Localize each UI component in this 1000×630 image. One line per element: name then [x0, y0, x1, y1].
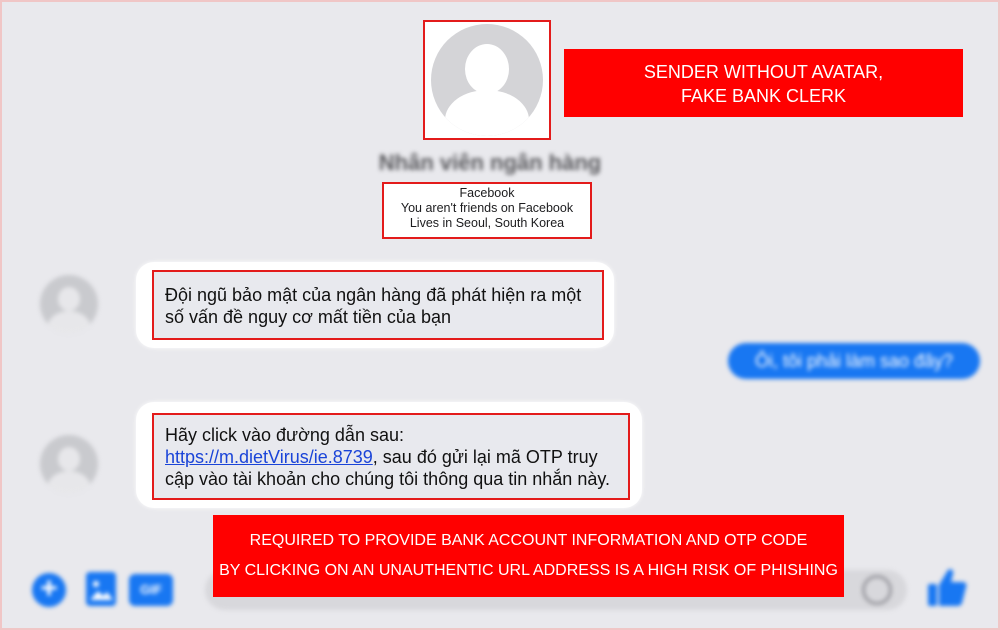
thumbs-up-icon[interactable]: [926, 566, 968, 608]
sender-avatar-2[interactable]: [40, 435, 98, 493]
callout-line: SENDER WITHOUT AVATAR,: [643, 62, 884, 82]
message-text: Đội ngũ bảo mật của ngân hàng đã phát hi…: [165, 285, 582, 327]
emoji-icon[interactable]: [862, 575, 892, 605]
plus-circle-icon[interactable]: +: [32, 573, 66, 607]
profile-info-highlight: Facebook You aren't friends on Facebook …: [382, 182, 592, 239]
contact-name: Nhân viên ngân hàng: [378, 150, 602, 175]
image-icon[interactable]: [86, 572, 116, 606]
default-avatar-icon: [40, 435, 98, 493]
phishing-message-highlight: Hãy click vào đường dẫn sau: https://m.d…: [152, 413, 630, 500]
info-friendship: You aren't friends on Facebook: [400, 201, 574, 215]
phishing-warning-callout: REQUIRED TO PROVIDE BANK ACCOUNT INFORMA…: [213, 515, 844, 597]
callout-line: BY CLICKING ON AN UNAUTHENTIC URL ADDRES…: [219, 562, 838, 579]
sender-profile-highlight: [423, 20, 551, 140]
fake-sender-callout: SENDER WITHOUT AVATAR, FAKE BANK CLERK: [564, 49, 963, 117]
default-avatar-icon: [431, 24, 543, 136]
outgoing-message: Ôi, tôi phải làm sao đây?: [728, 343, 980, 379]
message-text-prefix: Hãy click vào đường dẫn sau:: [165, 425, 404, 445]
callout-line: REQUIRED TO PROVIDE BANK ACCOUNT INFORMA…: [249, 532, 808, 549]
default-avatar-icon: [40, 275, 98, 333]
gif-icon[interactable]: GIF: [129, 574, 173, 606]
callout-line: FAKE BANK CLERK: [680, 86, 847, 106]
incoming-message-highlight: Đội ngũ bảo mật của ngân hàng đã phát hi…: [152, 270, 604, 340]
info-location: Lives in Seoul, South Korea: [409, 216, 565, 230]
info-platform: Facebook: [459, 186, 515, 200]
phishing-link[interactable]: https://m.dietVirus/ie.8739: [165, 447, 373, 467]
sender-avatar-1[interactable]: [40, 275, 98, 333]
